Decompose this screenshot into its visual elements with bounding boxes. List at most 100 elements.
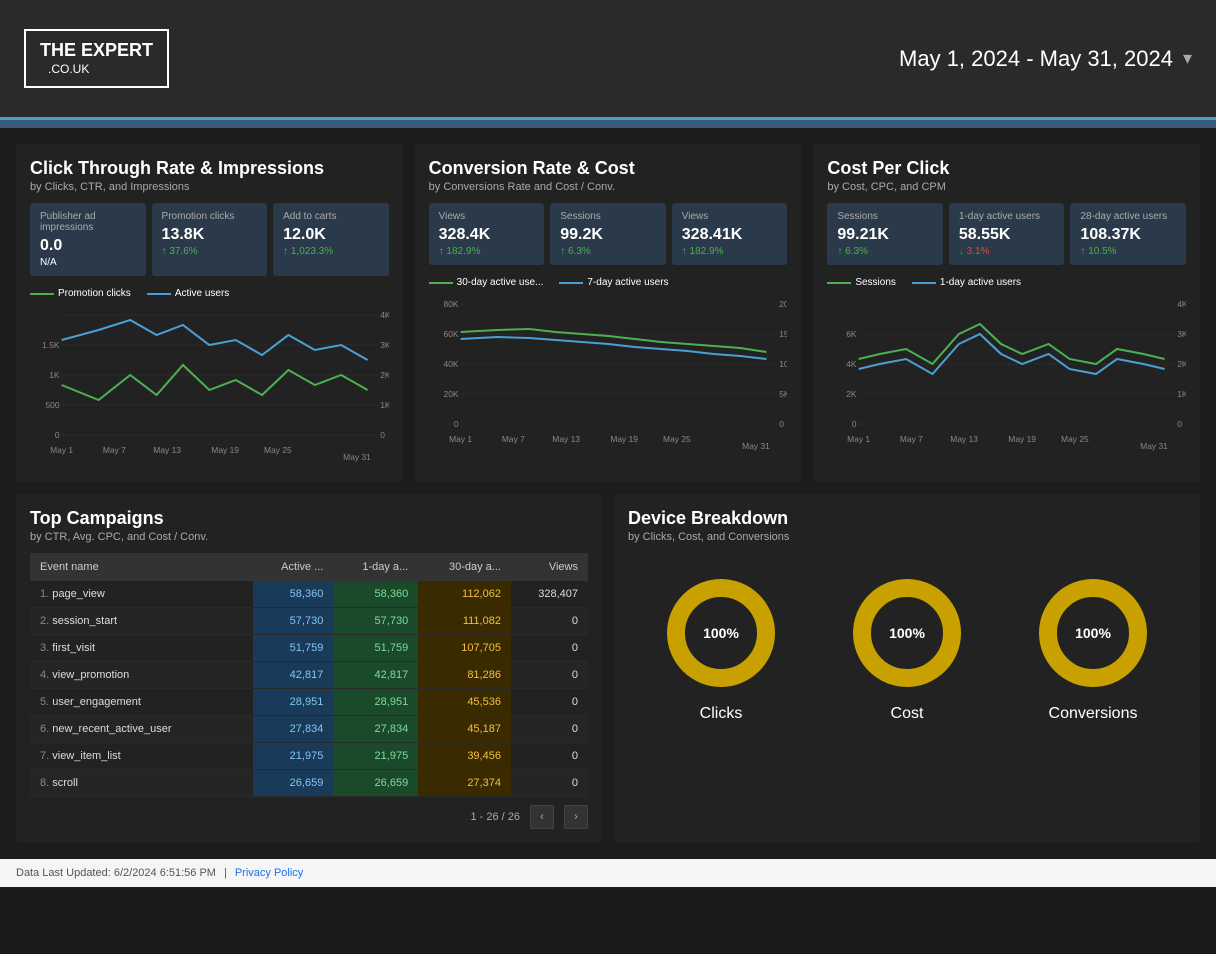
- mc-change: ↑ 37.6%: [162, 246, 258, 257]
- footer-updated-text: Data Last Updated: 6/2/2024 6:51:56 PM: [16, 867, 216, 879]
- mc-change: ↑ 182.9%: [439, 246, 535, 257]
- donut-conversions-label: Conversions: [1049, 705, 1138, 723]
- svg-text:100%: 100%: [889, 625, 925, 641]
- svg-text:0: 0: [852, 420, 857, 429]
- row-views: 0: [511, 689, 588, 716]
- row-event-name: new_recent_active_user: [52, 723, 171, 735]
- svg-text:0: 0: [380, 431, 385, 440]
- ctr-chart: Promotion clicks Active users 0: [30, 288, 389, 468]
- device-breakdown-panel: Device Breakdown by Clicks, Cost, and Co…: [614, 494, 1200, 843]
- metric-card-28day: 28-day active users 108.37K ↑ 10.5%: [1070, 203, 1186, 265]
- campaigns-table: Event name Active ... 1-day a... 30-day …: [30, 553, 588, 797]
- device-title: Device Breakdown: [628, 508, 1186, 529]
- row-views: 0: [511, 608, 588, 635]
- metric-card-promo-clicks: Promotion clicks 13.8K ↑ 37.6%: [152, 203, 268, 276]
- logo-line2: .CO.UK: [48, 62, 153, 78]
- mc-change: ↑ 1,023.3%: [283, 246, 379, 257]
- campaigns-title: Top Campaigns: [30, 508, 588, 529]
- row-views: 0: [511, 743, 588, 770]
- svg-text:4K: 4K: [1178, 300, 1186, 309]
- col-header-name: Event name: [30, 553, 253, 581]
- legend-label: 30-day active use...: [457, 277, 544, 288]
- footer-separator: |: [224, 867, 227, 879]
- cpc-metric-cards: Sessions 99.21K ↑ 6.3% 1-day active user…: [827, 203, 1186, 265]
- row-views: 0: [511, 770, 588, 797]
- pagination-prev-button[interactable]: ‹: [530, 805, 554, 829]
- row-active: 28,951: [253, 689, 333, 716]
- svg-text:500: 500: [45, 401, 60, 410]
- chevron-down-icon[interactable]: ▾: [1183, 48, 1192, 69]
- cpc-title: Cost Per Click: [827, 158, 1186, 179]
- row-num-name: 7. view_item_list: [30, 743, 253, 770]
- legend-label: Promotion clicks: [58, 288, 131, 299]
- mc-label: Views: [682, 211, 778, 222]
- row-views: 328,407: [511, 581, 588, 608]
- row-number: 1.: [40, 588, 49, 600]
- date-range[interactable]: May 1, 2024 - May 31, 2024 ▾: [899, 46, 1192, 72]
- conversion-panel: Conversion Rate & Cost by Conversions Ra…: [415, 144, 802, 482]
- row-active: 27,834: [253, 716, 333, 743]
- mc-value: 108.37K: [1080, 226, 1176, 244]
- row-number: 3.: [40, 642, 49, 654]
- donut-clicks-label: Clicks: [700, 705, 743, 723]
- campaigns-subtitle: by CTR, Avg. CPC, and Cost / Conv.: [30, 531, 588, 543]
- logo: THE EXPERT .CO.UK: [24, 29, 169, 88]
- svg-text:May 1: May 1: [847, 435, 870, 444]
- legend-1day: 1-day active users: [912, 277, 1021, 288]
- mc-label: Add to carts: [283, 211, 379, 222]
- row-oneday: 27,834: [333, 716, 418, 743]
- row-number: 5.: [40, 696, 49, 708]
- legend-line-green: [30, 293, 54, 295]
- donut-cost-svg: 100%: [847, 573, 967, 693]
- legend-line-blue: [559, 282, 583, 284]
- svg-text:2K: 2K: [1178, 360, 1186, 369]
- mc-value: 58.55K: [959, 226, 1055, 244]
- row-event-name: user_engagement: [52, 696, 141, 708]
- row-thirtydays: 112,062: [418, 581, 511, 608]
- conversion-legend: 30-day active use... 7-day active users: [429, 277, 788, 288]
- row-thirtydays: 27,374: [418, 770, 511, 797]
- svg-text:4K: 4K: [380, 311, 388, 320]
- row-thirtydays: 45,187: [418, 716, 511, 743]
- pagination-text: 1 - 26 / 26: [470, 811, 520, 823]
- svg-text:May 7: May 7: [103, 446, 126, 455]
- svg-text:May 7: May 7: [502, 435, 525, 444]
- conversion-svg-chart: 0 20K 40K 60K 80K 0 5K 10K 15K 20K May 1…: [429, 294, 788, 454]
- svg-text:1K: 1K: [49, 371, 60, 380]
- col-header-1day: 1-day a...: [333, 553, 418, 581]
- privacy-policy-link[interactable]: Privacy Policy: [235, 867, 303, 879]
- logo-line1: THE EXPERT: [40, 39, 153, 62]
- svg-text:15K: 15K: [779, 330, 787, 339]
- legend-label: 7-day active users: [587, 277, 668, 288]
- table-row: 2. session_start 57,730 57,730 111,082 0: [30, 608, 588, 635]
- campaigns-table-body: 1. page_view 58,360 58,360 112,062 328,4…: [30, 581, 588, 797]
- row-num-name: 1. page_view: [30, 581, 253, 608]
- row-thirtydays: 107,705: [418, 635, 511, 662]
- main-content: Click Through Rate & Impressions by Clic…: [0, 128, 1216, 859]
- pagination-next-button[interactable]: ›: [564, 805, 588, 829]
- svg-text:May 7: May 7: [900, 435, 923, 444]
- row-number: 4.: [40, 669, 49, 681]
- row-active: 21,975: [253, 743, 333, 770]
- svg-text:80K: 80K: [443, 300, 459, 309]
- row-oneday: 57,730: [333, 608, 418, 635]
- metric-card-views2: Views 328.41K ↑ 182.9%: [672, 203, 788, 265]
- row-number: 8.: [40, 777, 49, 789]
- ctr-subtitle: by Clicks, CTR, and Impressions: [30, 181, 389, 193]
- svg-text:20K: 20K: [779, 300, 787, 309]
- mc-label: Sessions: [837, 211, 933, 222]
- row-thirtydays: 45,536: [418, 689, 511, 716]
- row-number: 2.: [40, 615, 49, 627]
- col-header-views: Views: [511, 553, 588, 581]
- cpc-panel: Cost Per Click by Cost, CPC, and CPM Ses…: [813, 144, 1200, 482]
- svg-text:May 1: May 1: [50, 446, 73, 455]
- row-active: 57,730: [253, 608, 333, 635]
- ctr-panel: Click Through Rate & Impressions by Clic…: [16, 144, 403, 482]
- col-header-active: Active ...: [253, 553, 333, 581]
- row-event-name: first_visit: [52, 642, 95, 654]
- row-oneday: 58,360: [333, 581, 418, 608]
- donut-conversions: 100% Conversions: [1033, 573, 1153, 723]
- donut-clicks-svg: 100%: [661, 573, 781, 693]
- ctr-svg-chart: 0 500 1K 1.5K 0 1K 2K 3K 4K May 1: [30, 305, 389, 465]
- row-num-name: 6. new_recent_active_user: [30, 716, 253, 743]
